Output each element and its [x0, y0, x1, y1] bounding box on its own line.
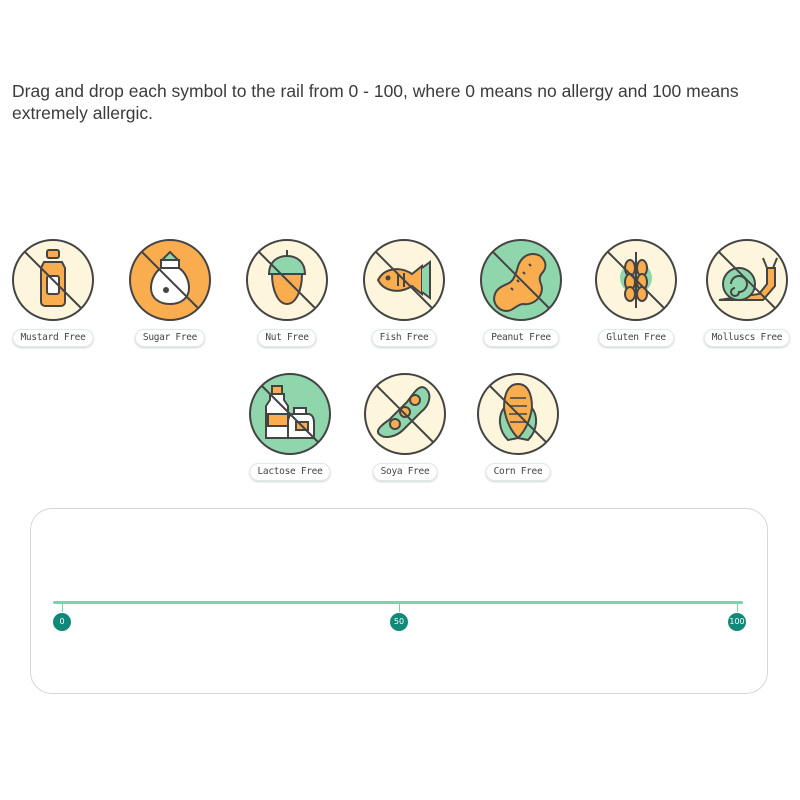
rail-tick-50 [399, 604, 400, 612]
sugar-icon [129, 239, 211, 321]
rail-marker-100: 100 [728, 613, 746, 631]
fish-icon [363, 239, 445, 321]
corn-icon [477, 373, 559, 455]
mustard-icon [12, 239, 94, 321]
symbol-label: Corn Free [485, 463, 551, 481]
rail-tick-100 [737, 604, 738, 612]
rail-marker-0: 0 [53, 613, 71, 631]
nut-icon [246, 239, 328, 321]
symbol-label: Soya Free [372, 463, 438, 481]
symbol-fish-free[interactable]: Fish Free [354, 238, 454, 358]
symbol-label: Peanut Free [483, 329, 559, 347]
symbol-lactose-free[interactable]: Lactose Free [240, 372, 340, 492]
rail-track[interactable] [53, 601, 743, 604]
symbol-label: Mustard Free [12, 329, 94, 347]
symbol-label: Molluscs Free [703, 329, 791, 347]
rail-panel[interactable]: 0 50 100 [30, 508, 768, 694]
instructions-text: Drag and drop each symbol to the rail fr… [12, 81, 739, 123]
symbol-nut-free[interactable]: Nut Free [237, 238, 337, 358]
symbol-label: Sugar Free [134, 329, 206, 347]
symbol-label: Nut Free [257, 329, 317, 347]
wheat-icon [595, 239, 677, 321]
symbol-gluten-free[interactable]: Gluten Free [586, 238, 686, 358]
symbol-label: Gluten Free [598, 329, 674, 347]
snail-icon [706, 239, 788, 321]
rail-tick-0 [62, 604, 63, 612]
symbol-soya-free[interactable]: Soya Free [355, 372, 455, 492]
soya-icon [364, 373, 446, 455]
milk-icon [249, 373, 331, 455]
symbol-corn-free[interactable]: Corn Free [468, 372, 568, 492]
symbol-label: Fish Free [371, 329, 437, 347]
symbol-peanut-free[interactable]: Peanut Free [471, 238, 571, 358]
symbol-sugar-free[interactable]: Sugar Free [120, 238, 220, 358]
peanut-icon [480, 239, 562, 321]
rail-marker-50: 50 [390, 613, 408, 631]
symbol-label: Lactose Free [249, 463, 331, 481]
symbol-molluscs-free[interactable]: Molluscs Free [697, 238, 797, 358]
symbol-mustard-free[interactable]: Mustard Free [3, 238, 103, 358]
